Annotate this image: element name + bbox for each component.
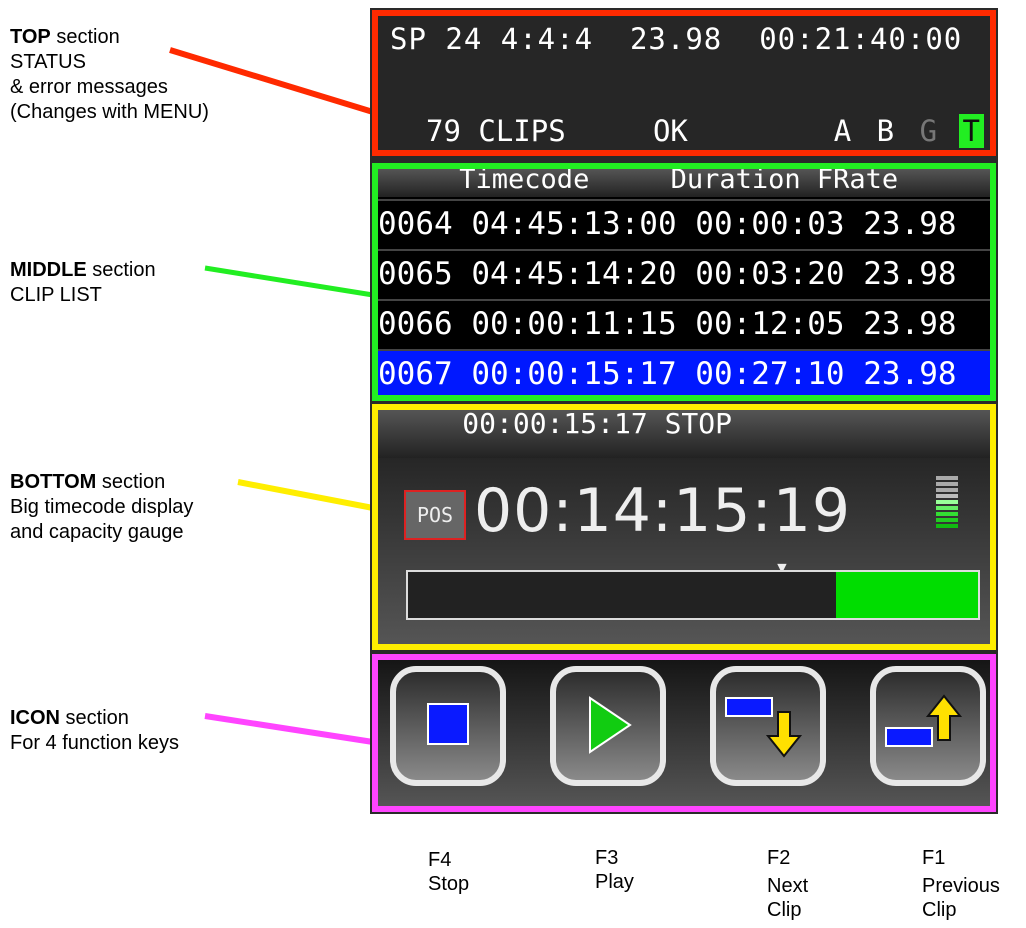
play-icon bbox=[589, 696, 632, 754]
f2-action-line: Next bbox=[767, 875, 809, 897]
f4-key: F4 bbox=[428, 849, 452, 871]
top-leader-line bbox=[169, 47, 374, 115]
f3-label: F3 Play bbox=[595, 846, 634, 894]
f2-label: F2 Next Clip bbox=[767, 846, 808, 922]
status-line-1: SP 24 4:4:4 23.98 00:21:40:00 bbox=[390, 22, 963, 56]
f2-key: F2 bbox=[767, 847, 791, 869]
previous-clip-button[interactable] bbox=[870, 666, 986, 786]
flag-a: A bbox=[833, 114, 852, 148]
pos-label: POS bbox=[404, 490, 466, 540]
flag-b: B bbox=[876, 114, 895, 148]
status-line-2: 79 CLIPS OK bbox=[426, 114, 688, 148]
icon-leader-line bbox=[204, 713, 374, 745]
clip-list-header: Timecode Duration FRate bbox=[378, 169, 990, 197]
clip-list-section: Timecode Duration FRate 0064 04:45:13:00… bbox=[372, 163, 996, 401]
next-clip-icon bbox=[725, 697, 803, 758]
capacity-gauge-fill bbox=[835, 572, 978, 618]
flag-g: G bbox=[919, 114, 938, 148]
status-section: SP 24 4:4:4 23.98 00:21:40:00 79 CLIPS O… bbox=[372, 10, 996, 156]
next-clip-button[interactable] bbox=[710, 666, 826, 786]
clip-row[interactable]: 0065 04:45:14:20 00:03:20 23.98 bbox=[378, 249, 990, 295]
bottom-leader-line bbox=[237, 479, 374, 511]
f1-action-line: Clip bbox=[922, 899, 957, 921]
stop-button[interactable] bbox=[390, 666, 506, 786]
f4-label: F4 Stop bbox=[428, 848, 469, 896]
f1-label: F1 Previous Clip bbox=[922, 846, 1000, 922]
f3-key: F3 bbox=[595, 847, 619, 869]
input-flags: A B G T bbox=[830, 114, 984, 148]
clip-row[interactable]: 0066 00:00:11:15 00:12:05 23.98 bbox=[378, 299, 990, 345]
previous-clip-icon bbox=[885, 694, 963, 747]
stop-icon bbox=[427, 703, 469, 745]
f1-key: F1 bbox=[922, 847, 946, 869]
flag-t: T bbox=[958, 114, 984, 148]
f3-action: Play bbox=[595, 871, 634, 893]
clip-row-selected[interactable]: 0067 00:00:15:17 00:27:10 23.98 bbox=[378, 349, 990, 395]
middle-leader-line bbox=[204, 265, 374, 298]
f4-action: Stop bbox=[428, 873, 470, 895]
f1-action-line: Previous bbox=[922, 875, 1000, 897]
transport-status: 00:00:15:17 STOP bbox=[378, 410, 990, 458]
audio-level-meter bbox=[936, 476, 958, 530]
clip-row[interactable]: 0064 04:45:13:00 00:00:03 23.98 bbox=[378, 199, 990, 245]
transport-section: 00:00:15:17 STOP POS 00:14:15:19 ▼ bbox=[372, 404, 996, 650]
capacity-gauge bbox=[406, 570, 980, 620]
function-key-section bbox=[372, 654, 996, 812]
f2-action-line: Clip bbox=[767, 899, 802, 921]
big-timecode: 00:14:15:19 bbox=[474, 476, 852, 546]
play-button[interactable] bbox=[550, 666, 666, 786]
